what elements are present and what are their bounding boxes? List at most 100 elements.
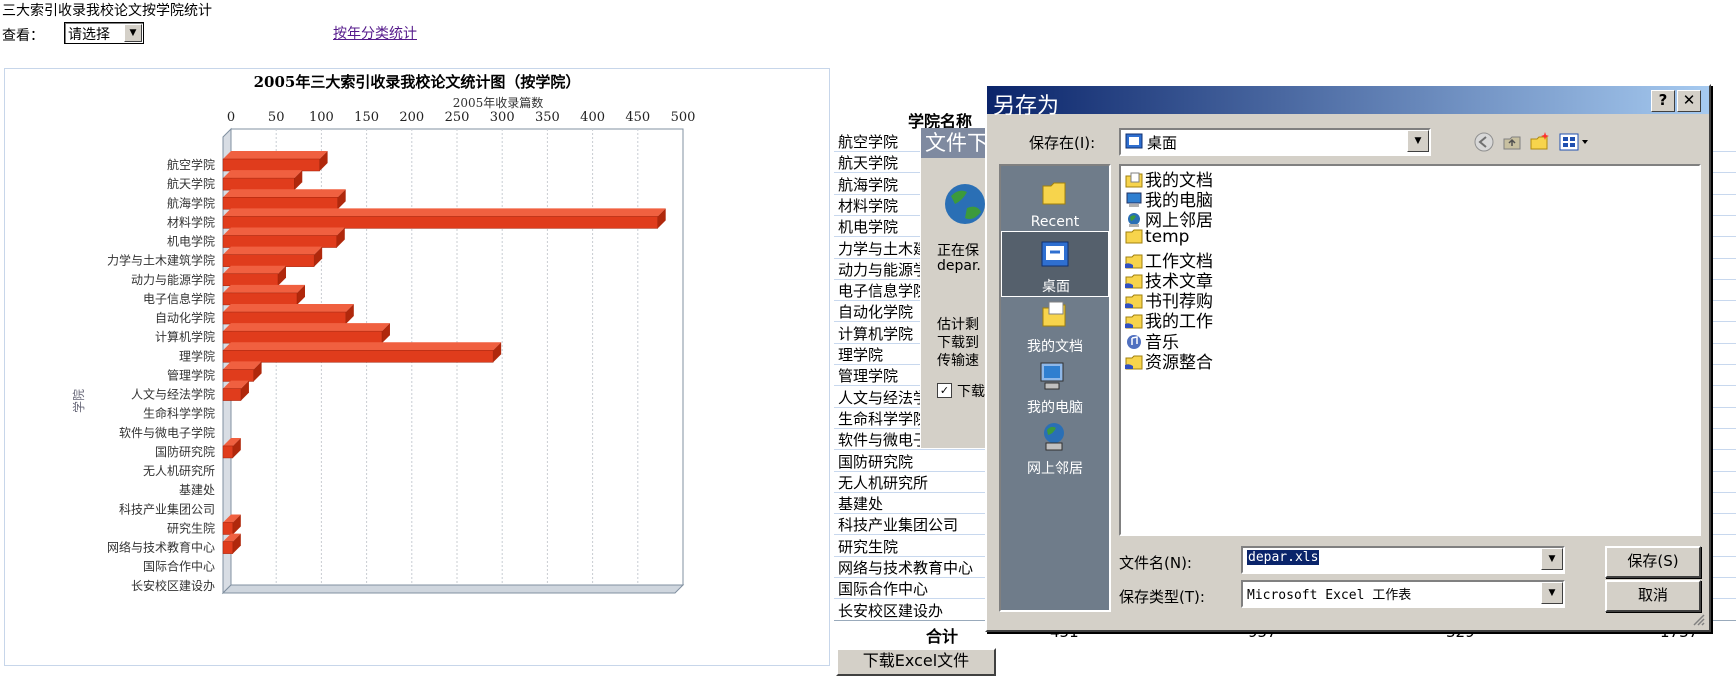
file-list[interactable]: 我的文档 我的电脑 网上邻居 temp 工作文档 技术文章 书刊荐购 我的工作 音乐 资源整合 <box>1119 164 1701 536</box>
desktop-icon <box>1125 133 1143 149</box>
resize-grip-icon[interactable] <box>1691 612 1705 626</box>
table-cell-college: 航天学院 <box>838 154 899 173</box>
chevron-down-icon[interactable]: ▼ <box>1407 130 1429 152</box>
list-item[interactable]: 网上邻居 <box>1125 206 1213 231</box>
table-cell-college: 自动化学院 <box>838 303 914 322</box>
list-item[interactable]: 音乐 <box>1125 328 1179 353</box>
download-file-text: depar. <box>937 258 981 274</box>
view-menu-icon[interactable] <box>1559 132 1593 152</box>
table-cell-college: 机电学院 <box>838 218 899 237</box>
table-cell-college: 基建处 <box>838 495 884 514</box>
save-in-label: 保存在(I): <box>1029 134 1096 152</box>
place-item[interactable]: 网上邻居 <box>1001 414 1109 480</box>
place-item[interactable]: 桌面 <box>1001 231 1109 297</box>
download-target-text: 下载到 <box>937 335 979 351</box>
chevron-down-icon[interactable]: ▼ <box>1541 582 1563 604</box>
bar <box>222 177 295 191</box>
list-item[interactable]: 书刊荐购 <box>1125 287 1213 312</box>
page-heading: 三大索引收录我校论文按学院统计 <box>2 3 212 19</box>
recent-folder-icon <box>1042 182 1066 205</box>
y-tick-label: 生命科学学院 <box>143 406 215 421</box>
new-folder-icon[interactable] <box>1529 131 1551 151</box>
filetype-select[interactable]: Microsoft Excel 工作表 ▼ <box>1241 580 1565 608</box>
bar <box>222 369 254 382</box>
table-cell-college: 电子信息学院 <box>838 282 929 301</box>
bar-top <box>223 304 354 313</box>
list-item[interactable]: 技术文章 <box>1125 267 1213 292</box>
bar-top <box>223 170 303 179</box>
chevron-down-icon[interactable]: ▼ <box>1541 548 1563 570</box>
bar-top <box>223 151 328 159</box>
bar <box>222 311 347 325</box>
y-tick-label: 管理学院 <box>167 367 215 382</box>
filename-input[interactable]: depar.xls ▼ <box>1241 546 1565 574</box>
filename-label: 文件名(N): <box>1119 554 1192 572</box>
filetype-value: Microsoft Excel 工作表 <box>1247 588 1412 603</box>
view-select[interactable]: 请选择 ▼ <box>64 22 144 44</box>
place-item[interactable]: 我的文档 <box>1001 292 1109 358</box>
up-folder-icon[interactable] <box>1501 131 1523 151</box>
table-cell-college: 航空学院 <box>838 133 899 151</box>
y-tick-label: 理学院 <box>179 348 215 363</box>
place-label: 网上邻居 <box>1027 461 1083 477</box>
list-item[interactable]: 资源整合 <box>1125 348 1213 373</box>
globe-icon <box>945 184 985 224</box>
save-in-combo[interactable]: 桌面 ▼ <box>1119 128 1431 156</box>
y-tick-label: 电子信息学院 <box>143 291 215 306</box>
bar <box>222 216 658 229</box>
bar <box>222 445 234 459</box>
table-cell-college: 人文与经法学 <box>838 388 929 407</box>
back-arrow-icon[interactable] <box>1473 132 1495 152</box>
list-item[interactable]: 工作文档 <box>1125 247 1213 272</box>
y-axis-label: 学院 <box>71 389 86 413</box>
file-name: temp <box>1145 226 1190 247</box>
save-button[interactable]: 保存(S) <box>1605 546 1701 578</box>
y-tick-label: 软件与微电子学院 <box>119 425 215 440</box>
place-item[interactable]: Recent <box>1001 170 1109 236</box>
list-item[interactable]: temp <box>1125 227 1189 249</box>
list-item[interactable]: 我的电脑 <box>1125 186 1213 211</box>
table-cell-college: 研究生院 <box>838 537 899 556</box>
bar <box>222 158 320 172</box>
bar <box>222 235 338 248</box>
table-cell-college: 动力与能源学 <box>838 260 929 279</box>
help-button[interactable]: ? <box>1651 90 1675 112</box>
x-tick-label: 450 <box>625 110 650 125</box>
y-tick-label: 计算机学院 <box>155 329 215 344</box>
x-tick-label: 100 <box>309 110 334 125</box>
x-tick-label: 200 <box>399 110 424 125</box>
bar <box>222 330 383 344</box>
total-label: 合计 <box>926 627 959 646</box>
cancel-button[interactable]: 取消 <box>1605 580 1701 612</box>
y-tick-label: 基建处 <box>179 483 215 497</box>
list-item[interactable]: 我的工作 <box>1125 307 1213 332</box>
x-tick-label: 150 <box>354 110 379 125</box>
year-stats-link[interactable]: 按年分类统计 <box>333 23 417 43</box>
table-cell-college: 网络与技术教育中心 <box>838 559 974 577</box>
table-cell-college: 无人机研究所 <box>838 473 929 492</box>
x-tick-label: 500 <box>671 110 696 125</box>
chevron-down-icon[interactable]: ▼ <box>124 24 142 42</box>
x-axis-label: 2005年收录篇数 <box>453 95 544 110</box>
x-tick-label: 0 <box>227 110 235 125</box>
bar <box>222 350 494 363</box>
y-tick-label: 航海学院 <box>167 195 215 210</box>
y-tick-label: 自动化学院 <box>155 310 215 325</box>
table-cell-college: 理学院 <box>838 346 884 364</box>
close-button[interactable]: ✕ <box>1677 90 1701 112</box>
bar-chart: 2005年三大索引收录我校论文统计图（按学院） 2005年收录篇数 学院 0 50… <box>71 73 696 595</box>
list-item[interactable]: 我的文档 <box>1125 166 1213 191</box>
filename-value: depar.xls <box>1247 550 1320 565</box>
table-cell-college: 国防研究院 <box>838 452 914 471</box>
bar-top <box>223 323 390 332</box>
table-cell-college: 生命科学学院 <box>838 409 929 428</box>
table-cell-college: 材料学院 <box>838 196 899 215</box>
place-item[interactable]: 我的电脑 <box>1001 353 1109 419</box>
bar-top <box>223 342 502 351</box>
chart-title: 2005年三大索引收录我校论文统计图（按学院） <box>254 73 581 91</box>
y-tick-label: 长安校区建设办 <box>131 578 215 593</box>
y-tick-label: 人文与经法学院 <box>131 387 215 402</box>
bar-top <box>223 189 346 198</box>
table-cell-college: 国际合作中心 <box>838 580 929 599</box>
close-on-complete-checkbox[interactable]: ✓ <box>937 383 952 398</box>
